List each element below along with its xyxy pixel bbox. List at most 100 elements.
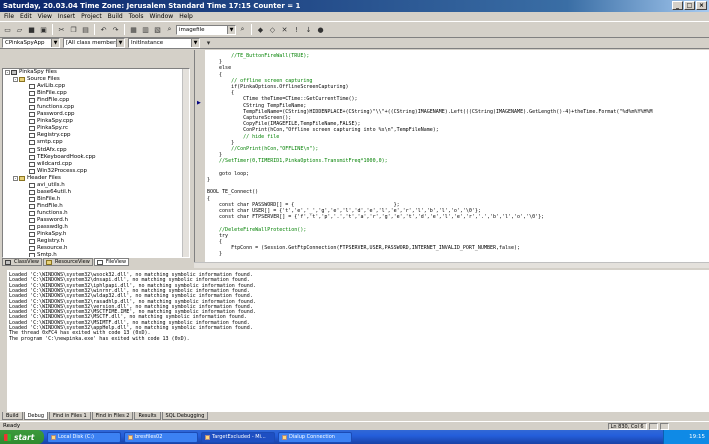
tree-file[interactable]: Password.h xyxy=(3,217,189,224)
tree-file[interactable]: BinFile.h xyxy=(3,196,189,203)
maximize-button[interactable]: □ xyxy=(684,1,695,10)
tree-file[interactable]: passwdlg.h xyxy=(3,224,189,231)
tree-root[interactable]: - PinkaSpy files xyxy=(3,69,189,76)
code-line: TempFileName=(CString)HIDDENPLACE+(CStri… xyxy=(207,108,653,115)
folder-icon xyxy=(51,434,56,440)
save-icon[interactable]: ■ xyxy=(26,24,37,35)
output-window[interactable]: Loaded 'C:\WINDOWS\system32\wsock32.dll'… xyxy=(0,268,709,412)
tab-label: ResourceView xyxy=(55,259,90,265)
redo-icon[interactable]: ↷ xyxy=(110,24,121,35)
tab-fileview[interactable]: FileView xyxy=(93,258,130,266)
code-line: CopyFile(IMAGEFILE,TempFileName,FALSE); xyxy=(207,121,361,128)
expand-toggle-icon[interactable]: - xyxy=(13,77,18,83)
menu-project[interactable]: Project xyxy=(81,12,102,21)
tree-file[interactable]: StdAfx.cpp xyxy=(3,147,189,154)
menu-edit[interactable]: Edit xyxy=(20,12,32,21)
close-button[interactable]: × xyxy=(696,1,707,10)
tree-item-label: Resource.h xyxy=(37,245,68,252)
tree-file[interactable]: PinkaSpy.cpp xyxy=(3,118,189,125)
expand-toggle-icon[interactable]: - xyxy=(13,175,18,181)
find-in-files-icon[interactable]: ⌕ xyxy=(164,24,175,35)
code-line: { xyxy=(207,195,211,202)
chevron-down-icon[interactable]: ▼ xyxy=(51,39,59,47)
tree-file[interactable]: PinkaSpy.h xyxy=(3,231,189,238)
tree-file[interactable]: Resource.h xyxy=(3,245,189,252)
execute-icon[interactable]: ! xyxy=(291,24,302,35)
taskbar-item-local-disk[interactable]: Local Disk (C:) xyxy=(47,431,121,443)
tree-file[interactable]: functions.h xyxy=(3,210,189,217)
output-window-icon[interactable]: ▥ xyxy=(140,24,151,35)
taskbar-item-target[interactable]: TargetExcluded - Mi... xyxy=(201,431,275,443)
go-debug-icon[interactable]: ↓ xyxy=(303,24,314,35)
paste-icon[interactable]: ▤ xyxy=(80,24,91,35)
workspace-icon[interactable]: ▦ xyxy=(128,24,139,35)
build-icon[interactable]: ◇ xyxy=(267,24,278,35)
find-icon[interactable]: ⌕ xyxy=(237,24,248,35)
tree-file[interactable]: Registry.cpp xyxy=(3,132,189,139)
tree-file[interactable]: TEKeyboardHook.cpp xyxy=(3,154,189,161)
members-combo[interactable]: [All class members] ▼ xyxy=(63,38,125,48)
new-file-icon[interactable]: ▭ xyxy=(2,24,13,35)
tree-file[interactable]: Registry.h xyxy=(3,238,189,245)
tab-find-in-files-1[interactable]: Find in Files 1 xyxy=(49,412,91,420)
chevron-down-icon[interactable]: ▼ xyxy=(227,25,235,34)
file-icon xyxy=(29,133,35,139)
minimize-button[interactable]: _ xyxy=(672,1,683,10)
tree-folder-source[interactable]: - Source Files xyxy=(3,76,189,83)
tree-file[interactable]: wildcard.cpp xyxy=(3,161,189,168)
fileview-icon xyxy=(96,259,103,265)
tree-folder-header[interactable]: - Header Files xyxy=(3,175,189,182)
stop-build-icon[interactable]: ✕ xyxy=(279,24,290,35)
method-combo[interactable]: InitInstance ▼ xyxy=(128,38,200,48)
tab-find-in-files-2[interactable]: Find in Files 2 xyxy=(91,412,134,420)
method-combo-value: InitInstance xyxy=(131,40,164,46)
tab-results[interactable]: Results xyxy=(134,412,161,420)
tree-file[interactable]: Win32Process.cpp xyxy=(3,168,189,175)
start-button[interactable]: start xyxy=(0,430,44,444)
output-tabs: Build Debug Find in Files 1 Find in File… xyxy=(0,412,709,421)
status-rec xyxy=(648,423,658,430)
open-folder-icon[interactable]: ▱ xyxy=(14,24,25,35)
tab-build[interactable]: Build xyxy=(2,412,23,420)
menu-window[interactable]: Window xyxy=(150,12,174,21)
tree-file[interactable]: FindFile.h xyxy=(3,203,189,210)
tab-classview[interactable]: ClassView xyxy=(2,258,43,266)
menu-insert[interactable]: Insert xyxy=(58,12,75,21)
menu-view[interactable]: View xyxy=(38,12,52,21)
chevron-down-icon[interactable]: ▼ xyxy=(191,39,199,47)
find-combo[interactable]: imagefile ▼ xyxy=(176,24,236,35)
class-combo[interactable]: CPinkaSpyApp ▼ xyxy=(2,38,60,48)
menu-file[interactable]: File xyxy=(4,12,14,21)
tree-file[interactable]: BinFile.cpp xyxy=(3,90,189,97)
tree-file[interactable]: functions.cpp xyxy=(3,104,189,111)
menu-build[interactable]: Build xyxy=(108,12,123,21)
cut-icon[interactable]: ✂ xyxy=(56,24,67,35)
wizard-action-icon[interactable]: ▾ xyxy=(203,38,214,49)
window-list-icon[interactable]: ▧ xyxy=(152,24,163,35)
code-editor[interactable]: ▶ //TE_ButtonFireWall(TRUE); } else { //… xyxy=(194,50,709,262)
compile-icon[interactable]: ◆ xyxy=(255,24,266,35)
undo-icon[interactable]: ↶ xyxy=(98,24,109,35)
save-all-icon[interactable]: ▣ xyxy=(38,24,49,35)
tree-file[interactable]: PinkaSpy.rc xyxy=(3,125,189,132)
tab-sql-debugging[interactable]: SQL Debugging xyxy=(161,412,209,420)
tree-file[interactable]: avi_utils.h xyxy=(3,182,189,189)
tree-file[interactable]: Password.cpp xyxy=(3,111,189,118)
tree-file[interactable]: base64util.h xyxy=(3,189,189,196)
taskbar-item-dialup[interactable]: Dialup Connection xyxy=(278,431,352,443)
chevron-down-icon[interactable]: ▼ xyxy=(116,39,124,47)
tree-file[interactable]: smtp.cpp xyxy=(3,139,189,146)
tab-resourceview[interactable]: ResourceView xyxy=(43,258,93,266)
breakpoint-icon[interactable]: ● xyxy=(315,24,326,35)
copy-icon[interactable]: ❐ xyxy=(68,24,79,35)
task-label: TargetExcluded - Mi... xyxy=(212,433,266,440)
system-tray: 19:15 xyxy=(663,430,709,444)
menu-tools[interactable]: Tools xyxy=(129,12,144,21)
tree-file[interactable]: AviLib.cpp xyxy=(3,83,189,90)
tree-file[interactable]: FindFile.cpp xyxy=(3,97,189,104)
taskbar-item-bresfiles[interactable]: bresfiles02 xyxy=(124,431,198,443)
tree-scrollbar[interactable] xyxy=(182,69,189,257)
expand-toggle-icon[interactable]: - xyxy=(5,70,10,76)
tab-debug[interactable]: Debug xyxy=(23,412,49,420)
menu-help[interactable]: Help xyxy=(179,12,193,21)
